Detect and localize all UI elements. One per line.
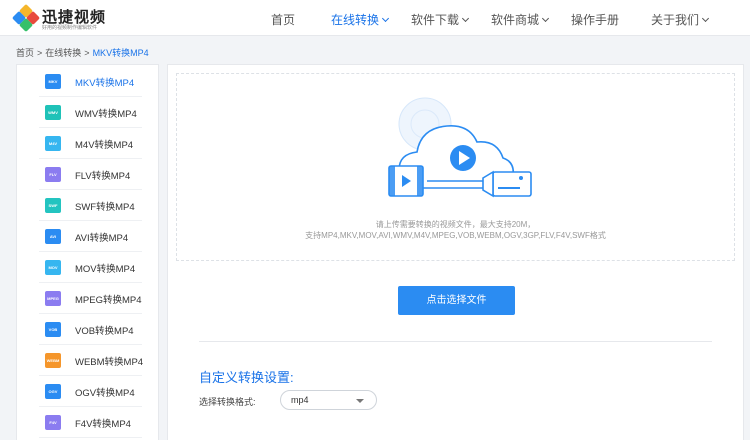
nav-online-convert[interactable]: 在线转换: [331, 11, 390, 28]
sidebar-item-label: WEBM转换MP4: [75, 357, 144, 368]
file-format-icon: F4V: [45, 415, 61, 430]
sidebar-item[interactable]: OGV OGV转换MP4: [17, 376, 158, 407]
upload-hint-limit: 请上传需要转换的视频文件，最大支持20M，: [375, 220, 536, 229]
breadcrumb-current: MKV转换MP4: [92, 48, 149, 58]
breadcrumb-home[interactable]: 首页: [16, 48, 34, 58]
sidebar-item[interactable]: MOV MOV转换MP4: [17, 252, 158, 283]
file-format-icon: M4V: [45, 136, 61, 151]
chevron-down-icon: [381, 14, 390, 23]
sidebar-item-label: AVI转换MP4: [75, 233, 129, 244]
nav-software-download[interactable]: 软件下载: [411, 11, 470, 28]
nav-software-store[interactable]: 软件商城: [491, 11, 550, 28]
sidebar-item[interactable]: MKV MKV转换MP4: [17, 66, 158, 97]
upload-hint-formats: 支持MP4,MKV,MOV,AVI,WMV,M4V,MPEG,VOB,WEBM,…: [305, 231, 606, 240]
sidebar-item[interactable]: FLV FLV转换MP4: [17, 159, 158, 190]
sidebar-item-label: F4V转换MP4: [75, 419, 131, 430]
nav-home[interactable]: 首页: [271, 11, 295, 28]
sidebar-item-label: MKV转换MP4: [75, 78, 135, 89]
top-header: 迅捷视频 好用的视频制作编辑软件 首页 在线转换 软件下载 软件商城 操作手册 …: [0, 0, 750, 36]
custom-settings-title: 自定义转换设置:: [199, 370, 294, 385]
section-divider: [199, 341, 712, 342]
file-format-icon: FLV: [45, 167, 61, 182]
main-panel: 请上传需要转换的视频文件，最大支持20M， 支持MP4,MKV,MOV,AVI,…: [167, 64, 744, 440]
chevron-down-icon: [461, 14, 470, 23]
breadcrumb: 首页 > 在线转换 > MKV转换MP4: [16, 48, 149, 58]
file-format-icon: MOV: [45, 260, 61, 275]
converter-sidebar: MKV MKV转换MP4 WMV WMV转换MP4 M4V M4V转换MP4 FLV FLV转…: [16, 64, 159, 440]
logo-mark-icon: [11, 3, 41, 33]
format-selected-value: mp4: [291, 395, 309, 405]
file-format-icon: OGV: [45, 384, 61, 399]
sidebar-item[interactable]: SWF SWF转换MP4: [17, 190, 158, 221]
select-file-button[interactable]: 点击选择文件: [398, 286, 515, 315]
file-format-icon: MKV: [45, 74, 61, 89]
sidebar-item-label: SWF转换MP4: [75, 202, 135, 213]
file-format-icon: VOB: [45, 322, 61, 337]
file-format-icon: WMV: [45, 105, 61, 120]
sidebar-item[interactable]: AVI AVI转换MP4: [17, 221, 158, 252]
sidebar-item-label: VOB转换MP4: [75, 326, 134, 337]
breadcrumb-online-convert[interactable]: 在线转换: [45, 48, 81, 58]
sidebar-item-label: M4V转换MP4: [75, 140, 134, 151]
chevron-down-icon: [541, 14, 550, 23]
nav-manual[interactable]: 操作手册: [571, 11, 619, 28]
sidebar-item[interactable]: WEBM WEBM转换MP4: [17, 345, 158, 376]
sidebar-item[interactable]: MPEG MPEG转换MP4: [17, 283, 158, 314]
file-format-icon: SWF: [45, 198, 61, 213]
sidebar-item-label: MOV转换MP4: [75, 264, 136, 275]
format-label: 选择转换格式:: [199, 397, 256, 407]
caret-down-icon: [356, 399, 364, 403]
logo-subtitle: 好用的视频制作编辑软件: [42, 25, 98, 31]
sidebar-item[interactable]: VOB VOB转换MP4: [17, 314, 158, 345]
file-format-icon: MPEG: [45, 291, 61, 306]
sidebar-item-label: OGV转换MP4: [75, 388, 135, 399]
site-logo[interactable]: 迅捷视频 好用的视频制作编辑软件: [11, 3, 134, 33]
sidebar-divider: [39, 437, 142, 438]
sidebar-item-label: FLV转换MP4: [75, 171, 131, 182]
sidebar-item[interactable]: M4V M4V转换MP4: [17, 128, 158, 159]
cloud-video-upload-icon: [388, 97, 532, 198]
sidebar-item[interactable]: WMV WMV转换MP4: [17, 97, 158, 128]
upload-dropzone[interactable]: 请上传需要转换的视频文件，最大支持20M， 支持MP4,MKV,MOV,AVI,…: [176, 73, 735, 261]
nav-about-us[interactable]: 关于我们: [651, 11, 710, 28]
sidebar-item-label: MPEG转换MP4: [75, 295, 142, 306]
file-format-icon: WEBM: [45, 353, 61, 368]
file-format-icon: AVI: [45, 229, 61, 244]
sidebar-item-label: WMV转换MP4: [75, 109, 137, 120]
format-select[interactable]: mp4: [280, 390, 377, 410]
sidebar-item[interactable]: F4V F4V转换MP4: [17, 407, 158, 438]
chevron-down-icon: [701, 14, 710, 23]
